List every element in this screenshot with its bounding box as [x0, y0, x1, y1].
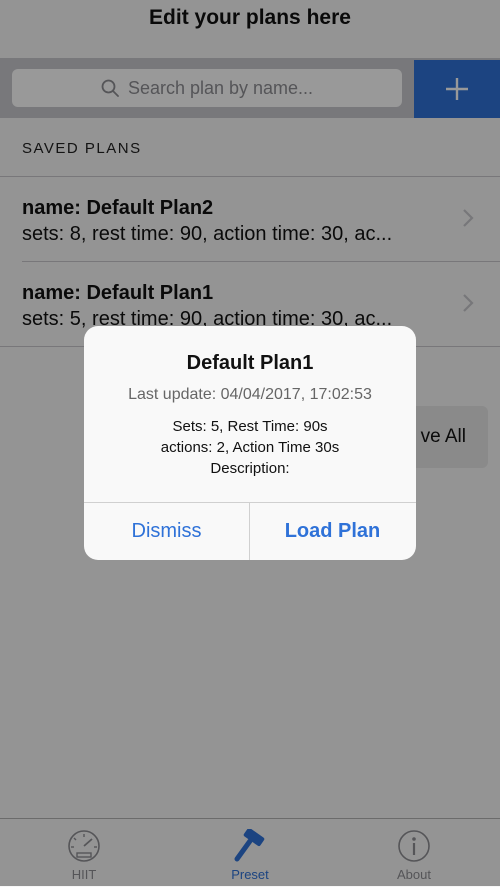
alert-sets-line: Sets: 5, Rest Time: 90s [172, 418, 328, 435]
alert-description-line: Description: [210, 460, 290, 477]
alert-last-update: Last update: 04/04/2017, 17:02:53 [128, 386, 372, 403]
alert-title: Default Plan1 [186, 352, 314, 374]
load-plan-button[interactable]: Load Plan [250, 503, 415, 560]
plan-alert-dialog: Default Plan1 Last update: 04/04/2017, 1… [84, 326, 416, 560]
alert-actions-line: actions: 2, Action Time 30s [160, 439, 340, 456]
alert-message: Sets: 5, Rest Time: 90s actions: 2, Acti… [84, 416, 416, 479]
dismiss-button[interactable]: Dismiss [84, 503, 249, 560]
